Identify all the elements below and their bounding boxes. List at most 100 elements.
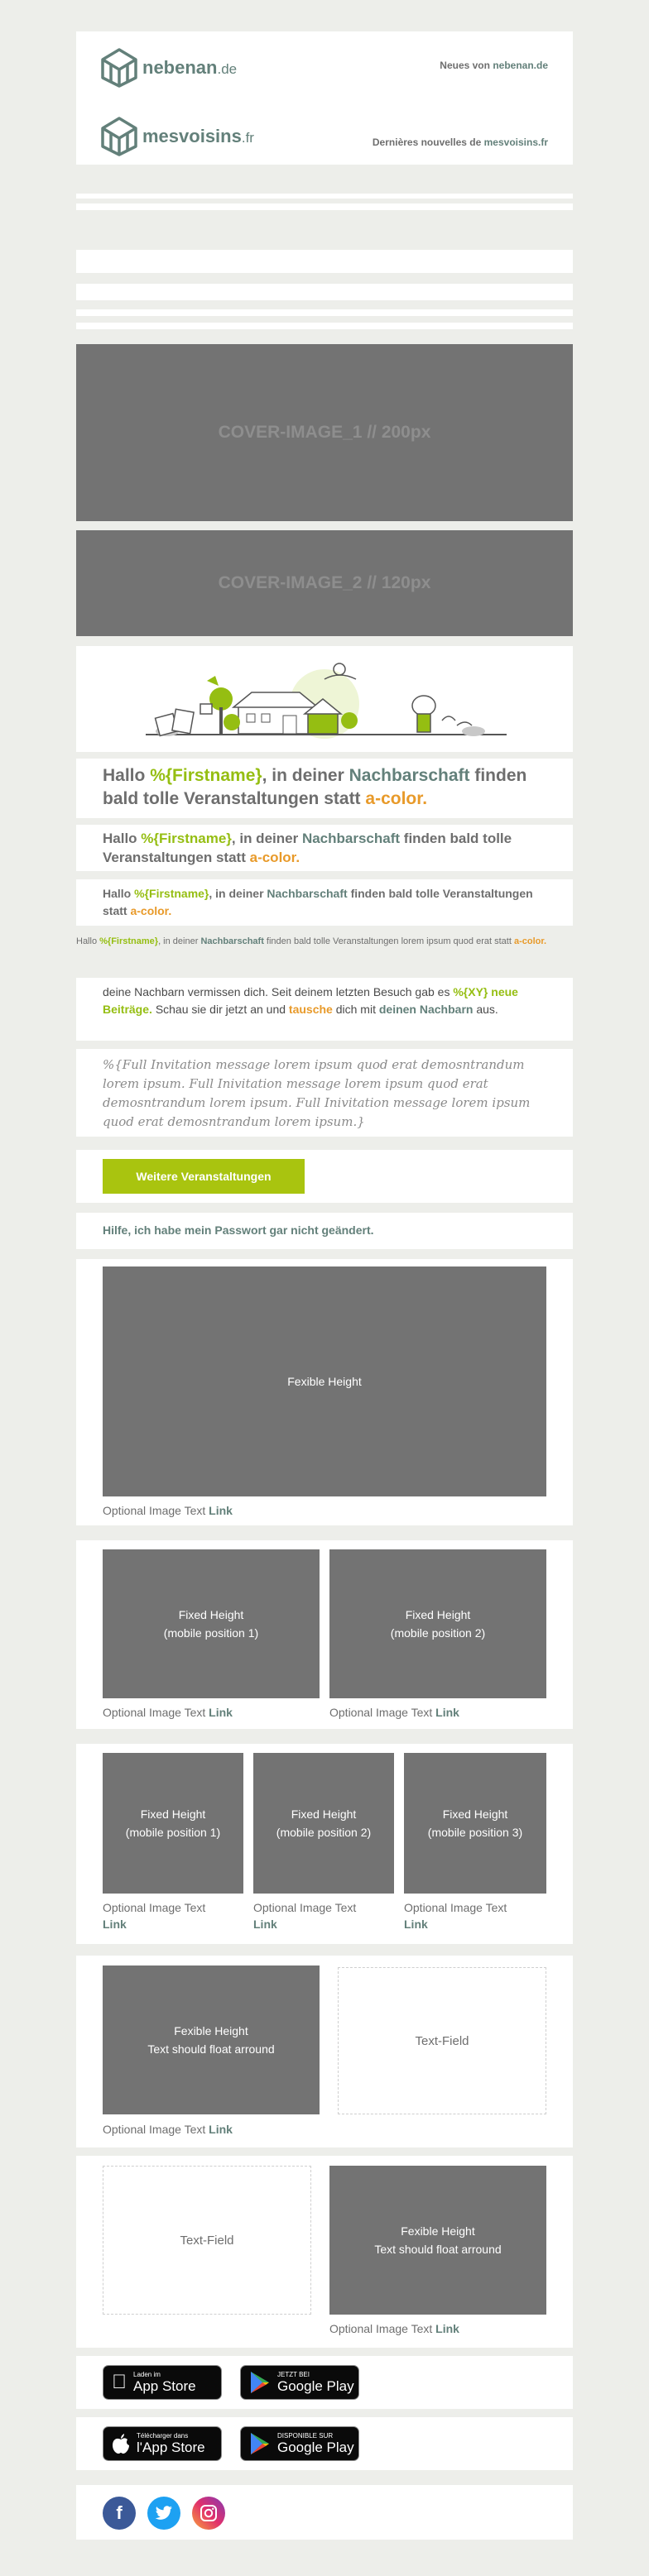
house-logo-icon [101, 117, 137, 156]
body-part4: aus. [476, 1003, 498, 1016]
color-token: a-color. [249, 850, 300, 865]
float-title: Fexible Height [401, 2224, 475, 2238]
image-caption: Optional Image Text Link [103, 1502, 233, 1519]
image-caption: Optional Image Text Link [103, 1704, 233, 1721]
caption-link[interactable]: Link [404, 1918, 428, 1931]
badge-small-text: Télécharger dans [137, 2432, 189, 2440]
caption-link[interactable]: Link [209, 2123, 233, 2136]
greeting-mid: , in deiner [262, 766, 344, 785]
weitere-veranstaltungen-button[interactable]: Weitere Veranstaltungen [103, 1159, 305, 1194]
password-help-link[interactable]: Hilfe, ich habe mein Passwort gar nicht … [103, 1223, 374, 1237]
badge-big-text: Google Play [277, 2378, 354, 2394]
image-caption: Optional Image Text Link [253, 1899, 394, 1932]
nachbarschaft-link[interactable]: Nachbarschaft [267, 887, 347, 900]
caption-link[interactable]: Link [103, 1918, 127, 1931]
app-store-badge-de[interactable]:  Laden imApp Store [103, 2365, 222, 2400]
facebook-glyph: f [116, 2502, 123, 2523]
spacer-stripe [76, 194, 573, 199]
badge-small-text: Laden im [118, 2371, 161, 2378]
google-play-badge-fr[interactable]: DISPONIBLE SUR Google Play [240, 2426, 359, 2461]
flexible-image: Fexible Height [103, 1266, 546, 1496]
float-image-left: Fexible Height Text should float arround [103, 1966, 320, 2114]
caption-text: Optional Image Text [103, 2123, 206, 2136]
instagram-icon[interactable] [192, 2497, 225, 2530]
caption-link[interactable]: Link [435, 2322, 459, 2335]
caption-text: Optional Image Text [329, 1706, 433, 1719]
header-note: Dernières nouvelles de mesvoisins.fr [373, 136, 548, 148]
body-text: deine Nachbarn vermissen dich. Seit dein… [103, 984, 550, 1018]
color-token: a-color. [130, 904, 172, 917]
house-logo-icon [101, 48, 137, 88]
fixed-position: (mobile position 1) [163, 1626, 259, 1640]
header-note-link[interactable]: mesvoisins.fr [484, 136, 548, 148]
firstname-token: %{Firstname} [150, 766, 262, 785]
firstname-token: %{Firstname} [99, 936, 159, 946]
fixed-position: (mobile position 2) [390, 1626, 486, 1640]
header-note-link[interactable]: nebenan.de [493, 60, 548, 71]
badge-small-text: JETZT BEI [277, 2371, 310, 2378]
image-caption: Optional Image Text Link [329, 2320, 459, 2337]
caption-link[interactable]: Link [209, 1504, 233, 1517]
greeting-mid: , in deiner [209, 887, 264, 900]
body-part3: dich mit [335, 1003, 376, 1016]
spacer-stripe [76, 203, 573, 210]
nachbarschaft-link[interactable]: Nachbarschaft [200, 936, 263, 946]
caption-link[interactable]: Link [253, 1918, 277, 1931]
float-subtitle: Text should float arround [374, 2243, 502, 2256]
nachbarn-link[interactable]: deinen Nachbarn [379, 1003, 474, 1016]
caption-link[interactable]: Link [435, 1706, 459, 1719]
header-nebenan: nebenan.de Neues von nebenan.de [76, 31, 573, 104]
badge-big-text: Google Play [277, 2440, 354, 2455]
caption-text: Optional Image Text [103, 1504, 206, 1517]
fixed-image-1: Fixed Height (mobile position 1) [103, 1753, 243, 1894]
badge-big-text: l'App Store [137, 2440, 205, 2455]
caption-text: Optional Image Text [404, 1901, 507, 1914]
spacer-stripe [76, 284, 573, 300]
mesvoisins-logo[interactable]: mesvoisins.fr [101, 117, 254, 156]
spacer-stripe [76, 250, 573, 273]
nachbarschaft-link[interactable]: Nachbarschaft [302, 831, 400, 846]
fixed-image-2: Fixed Height (mobile position 2) [253, 1753, 394, 1894]
header-mesvoisins: mesvoisins.fr Dernières nouvelles de mes… [76, 103, 573, 165]
caption-text: Optional Image Text [329, 2322, 433, 2335]
caption-link[interactable]: Link [209, 1706, 233, 1719]
twitter-icon[interactable] [147, 2497, 180, 2530]
color-token: a-color. [365, 789, 428, 808]
badge-small-text: DISPONIBLE SUR [277, 2432, 334, 2440]
brand-name: nebenan [142, 57, 218, 78]
badge-big-text: App Store [118, 2378, 196, 2394]
text-field-placeholder: Text-Field [103, 2166, 311, 2315]
greeting-mid: , in deiner [158, 936, 199, 946]
brand-tld: .fr [241, 130, 254, 146]
google-play-icon [251, 2433, 269, 2454]
greeting-medium: Hallo %{Firstname}, in deiner Nachbarsch… [103, 829, 550, 867]
brand-name: mesvoisins [142, 126, 242, 146]
spacer-stripe [76, 309, 573, 316]
greeting-mid: , in deiner [231, 831, 299, 846]
float-subtitle: Text should float arround [147, 2042, 275, 2056]
greeting-large: Hallo %{Firstname}, in deiner Nachbarsch… [103, 764, 550, 811]
text-field-placeholder: Text-Field [338, 1967, 546, 2114]
app-store-badge-fr[interactable]: Télécharger dans l'App Store [103, 2426, 222, 2461]
fixed-position: (mobile position 3) [427, 1826, 523, 1839]
camera-icon [200, 2505, 217, 2521]
fixed-title: Fixed Height [178, 1608, 244, 1621]
fixed-title: Fixed Height [442, 1808, 508, 1821]
fixed-title: Fixed Height [291, 1808, 357, 1821]
nebenan-logo[interactable]: nebenan.de [101, 48, 237, 88]
fixed-image-2: Fixed Height (mobile position 2) [329, 1549, 546, 1698]
image-caption: Optional Image Text Link [329, 1704, 459, 1721]
greeting-tail: finden bald tolle Veranstaltungen lorem … [266, 936, 512, 946]
firstname-token: %{Firstname} [134, 887, 209, 900]
header-note-prefix: Neues von [440, 60, 490, 71]
facebook-icon[interactable]: f [103, 2497, 136, 2530]
fixed-position: (mobile position 1) [125, 1826, 221, 1839]
firstname-token: %{Firstname} [141, 831, 232, 846]
float-image-right: Fexible Height Text should float arround [329, 2166, 546, 2315]
float-title: Fexible Height [174, 2024, 248, 2037]
greeting-small: Hallo %{Firstname}, in deiner Nachbarsch… [103, 885, 550, 920]
nachbarschaft-link[interactable]: Nachbarschaft [349, 766, 470, 785]
tausche-link[interactable]: tausche [289, 1003, 333, 1016]
google-play-badge-de[interactable]: JETZT BEI Google Play [240, 2365, 359, 2400]
body-part2: Schau sie dir jetzt an und [155, 1003, 286, 1016]
